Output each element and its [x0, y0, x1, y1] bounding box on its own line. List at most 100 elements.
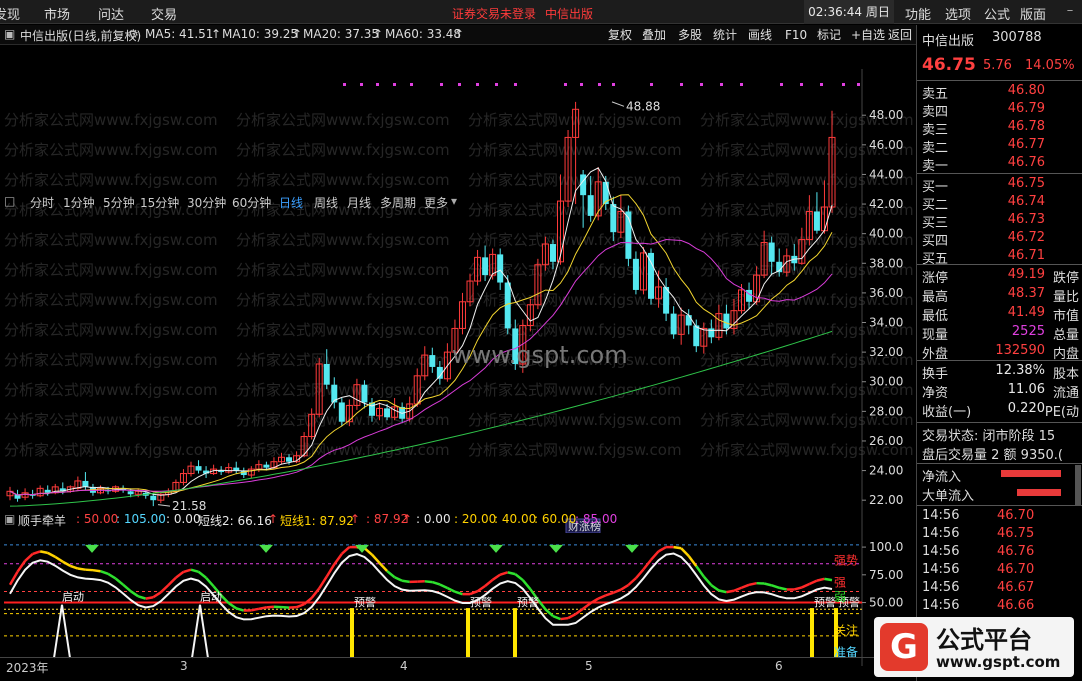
short1-segment: [439, 583, 448, 590]
settings-icon[interactable]: ⚙: [128, 27, 139, 41]
y-tick-label: 100.0: [869, 540, 903, 554]
quote-row[interactable]: 收益(一) 0.220 PE(动: [917, 400, 1082, 420]
menu-layout[interactable]: 版面: [1020, 4, 1046, 23]
signal-dot: [650, 83, 653, 86]
quote-row[interactable]: 现量 2525 总量: [917, 323, 1082, 343]
short1-segment: [634, 568, 645, 579]
alert-stock[interactable]: 中信出版: [545, 5, 593, 22]
menu-market[interactable]: 市场: [44, 4, 70, 23]
btn-biaoji[interactable]: 标记: [815, 25, 843, 45]
btn-zixuan[interactable]: +自选: [849, 25, 887, 45]
tab-more[interactable]: 更多: [424, 194, 448, 211]
minimize-icon[interactable]: –: [1062, 3, 1078, 19]
short1-segment: [605, 591, 614, 597]
btn-f10[interactable]: F10: [783, 25, 809, 45]
quote-row[interactable]: 卖四 46.79: [917, 100, 1082, 120]
quote-row[interactable]: 买二 46.74: [917, 193, 1082, 213]
menu-trade[interactable]: 交易: [151, 4, 177, 23]
tab-30min[interactable]: 30分钟: [187, 194, 226, 211]
short1-segment: [454, 590, 463, 596]
watermark-text: 分析家公式网www.fxjgsw.com: [4, 141, 218, 159]
quote-row[interactable]: 换手 12.38% 股本: [917, 362, 1082, 382]
tab-fenshi[interactable]: 分时: [30, 194, 54, 211]
quote-row[interactable]: 最低 41.49 市值: [917, 304, 1082, 324]
ma10-arrow-icon: ↑: [292, 27, 303, 41]
tab-daily[interactable]: 日线: [279, 194, 303, 211]
menu-function[interactable]: 功能: [905, 4, 931, 23]
watermark-text: 分析家公式网www.fxjgsw.com: [236, 231, 450, 249]
quote-row[interactable]: 涨停 49.19 跌停: [917, 266, 1082, 286]
tab-monthly[interactable]: 月线: [347, 194, 371, 211]
short1-segment: [771, 584, 780, 589]
chart-area: ▣ 中信出版(日线,前复权) ⚙ MA5: 41.51 ↑ MA10: 39.2…: [0, 25, 916, 681]
tick-time: 14:56: [922, 598, 960, 613]
checkbox-icon[interactable]: ▣: [4, 27, 15, 41]
tick-row[interactable]: 14:56 46.70: [917, 561, 1082, 581]
quote-row[interactable]: 买四 46.72: [917, 229, 1082, 249]
btn-diejia[interactable]: 叠加: [640, 25, 668, 45]
tab-60min[interactable]: 60分钟: [232, 194, 271, 211]
tab-multi[interactable]: 多周期: [380, 194, 416, 211]
diamond-marker: [489, 544, 503, 553]
tick-row[interactable]: 14:56 46.67: [917, 579, 1082, 599]
tick-price: 46.66: [997, 598, 1035, 613]
candle-body: [670, 313, 677, 335]
tab-weekly[interactable]: 周线: [314, 194, 338, 211]
quote-row[interactable]: 卖二 46.77: [917, 136, 1082, 156]
last-price: 46.75: [922, 55, 976, 75]
quote-row[interactable]: 买三 46.73: [917, 211, 1082, 231]
watermark-text: 分析家公式网www.fxjgsw.com: [4, 441, 218, 459]
menu-wenda[interactable]: 问达: [98, 4, 124, 23]
quote-row[interactable]: 最高 48.37 量比: [917, 285, 1082, 305]
checkbox-icon[interactable]: ▣: [4, 512, 15, 526]
quote-header: 中信出版 300788: [917, 29, 1082, 49]
tab-15min[interactable]: 15分钟: [140, 194, 179, 211]
btn-tongji[interactable]: 统计: [711, 25, 739, 45]
quote-row[interactable]: 卖三 46.78: [917, 118, 1082, 138]
quote-row[interactable]: 净资 11.06 流通: [917, 381, 1082, 401]
warning-label: 预警: [814, 595, 836, 609]
y-tick-label: 30.00: [869, 375, 903, 389]
tick-row[interactable]: 14:56 46.76: [917, 543, 1082, 563]
indicator-chart[interactable]: 100.075.0050.00启动 启动 预警 预警 预警 预警 预警强势强弱关注准备: [0, 528, 916, 666]
tick-row[interactable]: 14:56 46.70: [917, 507, 1082, 527]
btn-fuquan[interactable]: 复权: [606, 25, 634, 45]
signal-dot: [800, 83, 803, 86]
menu-options[interactable]: 选项: [945, 4, 971, 23]
qidong-spike: [53, 604, 71, 659]
btn-fanhui[interactable]: 返回: [886, 25, 914, 45]
tick-row[interactable]: 14:56 46.75: [917, 525, 1082, 545]
btn-duogu[interactable]: 多股: [676, 25, 704, 45]
row-tail: 跌停: [1052, 271, 1079, 286]
after-hours: 盘后交易量 2 额 9350.(: [922, 448, 1063, 463]
net-inflow-bar: [1001, 470, 1061, 477]
menu-discover[interactable]: 发现: [0, 4, 20, 23]
short1-segment: [371, 553, 381, 564]
ma10-label: MA10: 39.25: [222, 27, 299, 41]
quote-row[interactable]: 卖五 46.80: [917, 82, 1082, 102]
quote-row[interactable]: 卖一 46.76: [917, 154, 1082, 174]
chevron-down-icon[interactable]: ▾: [451, 194, 457, 208]
quote-row[interactable]: 外盘 132590 内盘: [917, 342, 1082, 362]
quote-row[interactable]: 买一 46.75: [917, 175, 1082, 195]
login-alert[interactable]: 证券交易未登录: [452, 5, 536, 22]
x-tick: 6: [775, 659, 783, 673]
candle-body: [693, 325, 700, 347]
stock-name: 中信出版: [922, 34, 975, 49]
tab-1min[interactable]: 1分钟: [63, 194, 95, 211]
tick-row[interactable]: 14:56 46.66: [917, 597, 1082, 617]
net-inflow-row: 净流入: [917, 465, 1082, 485]
row-value: 46.74: [1007, 194, 1045, 209]
tab-5min[interactable]: 5分钟: [103, 194, 135, 211]
indicator-label-weak: 弱: [834, 590, 846, 604]
gspt-badge: G 公式平台 www.gspt.com: [874, 617, 1074, 677]
short1-segment: [763, 582, 772, 587]
btn-huaxian[interactable]: 画线: [746, 25, 774, 45]
row-tail: 股本: [1052, 367, 1079, 382]
menu-formula[interactable]: 公式: [984, 4, 1010, 23]
short1-segment: [748, 581, 757, 587]
short1-segment: [793, 586, 803, 591]
candlestick-chart[interactable]: 分析家公式网www.fxjgsw.com 分析家公式网www.fxjgsw.com…: [0, 45, 916, 533]
scrollbar[interactable]: [1075, 465, 1081, 505]
short1-segment: [808, 579, 818, 586]
